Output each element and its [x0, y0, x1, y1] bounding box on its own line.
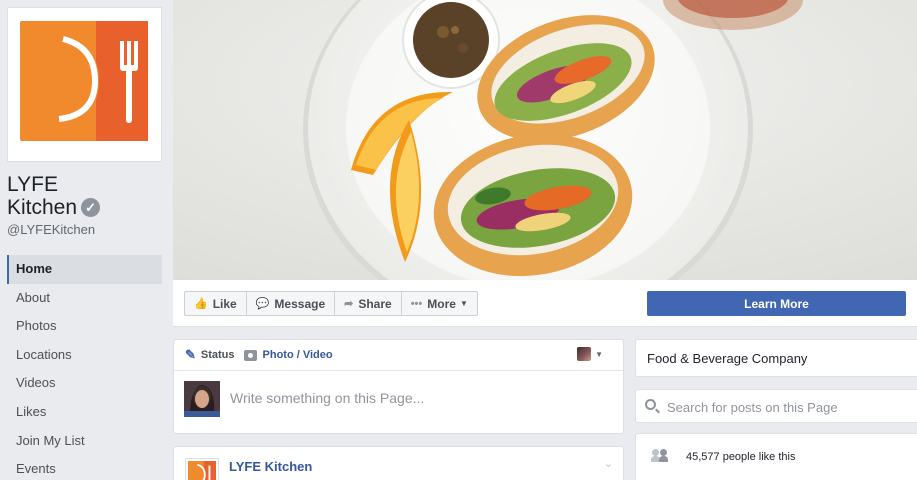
thumbs-up-icon: 👍	[194, 298, 208, 310]
tab-photo-video-label: Photo / Video	[262, 349, 333, 361]
page-actions: 👍 Like 💬 Message ➦ Share ••• More ▼	[184, 291, 478, 316]
page-likes-box: 45,577 people like this	[635, 433, 917, 480]
camera-icon	[243, 349, 257, 361]
search-posts-input[interactable]	[667, 398, 907, 416]
post-as-selector[interactable]: ▼	[577, 347, 603, 361]
more-button-label: More	[427, 296, 456, 311]
likes-count-text[interactable]: 45,577 people like this	[686, 451, 795, 463]
post-author-avatar[interactable]	[185, 458, 219, 480]
more-button[interactable]: ••• More ▼	[400, 291, 478, 316]
nav-item-photos[interactable]: Photos	[7, 312, 162, 341]
ellipsis-icon: •••	[410, 297, 423, 310]
lyfe-kitchen-logo-small	[188, 461, 216, 480]
messenger-icon: 💬	[255, 298, 270, 310]
search-icon	[645, 399, 656, 410]
like-button-label: Like	[212, 296, 237, 311]
post-author-name[interactable]: LYFE Kitchen	[229, 459, 312, 474]
lyfe-kitchen-logo	[11, 11, 158, 158]
nav-item-home[interactable]: Home	[7, 255, 162, 284]
nav-item-locations[interactable]: Locations	[7, 341, 162, 370]
composer-avatar	[184, 381, 220, 417]
write-post-input[interactable]	[230, 387, 590, 409]
message-button-label: Message	[274, 296, 326, 311]
page-title-line1: LYFE	[7, 173, 58, 196]
chevron-down-icon: ▼	[459, 299, 468, 308]
page-category-box: Food & Beverage Company	[635, 339, 917, 377]
tab-photo-video[interactable]: Photo / Video	[243, 349, 333, 361]
chevron-down-icon[interactable]: ⌄	[604, 457, 613, 470]
nav-item-videos[interactable]: Videos	[7, 369, 162, 398]
cover-photo[interactable]	[173, 0, 917, 280]
page-title-line2: Kitchen	[7, 196, 78, 219]
post-composer: ✎ Status Photo / Video ▼	[173, 339, 624, 434]
cover-photo-image	[173, 0, 917, 280]
share-button-label: Share	[358, 296, 392, 311]
user-avatar	[577, 347, 592, 361]
page-title[interactable]: LYFE Kitchen ✓	[7, 173, 167, 219]
people-icon	[651, 449, 669, 463]
page-handle[interactable]: @LYFEKitchen	[7, 222, 95, 237]
page-post-search	[635, 389, 917, 423]
like-button[interactable]: 👍 Like	[184, 291, 247, 316]
page-nav: Home About Photos Locations Videos Likes…	[7, 255, 162, 480]
left-column: LYFE Kitchen ✓ @LYFEKitchen Home About Ph…	[0, 0, 173, 480]
tab-status-label: Status	[200, 349, 235, 361]
profile-picture[interactable]	[7, 7, 162, 162]
tab-status[interactable]: ✎ Status	[185, 347, 235, 363]
nav-item-likes[interactable]: Likes	[7, 398, 162, 427]
composer-tabs: ✎ Status Photo / Video ▼	[174, 340, 623, 371]
share-button[interactable]: ➦ Share	[334, 291, 402, 316]
page-category[interactable]: Food & Beverage Company	[647, 351, 807, 366]
share-arrow-icon: ➦	[344, 298, 354, 310]
page-action-bar: 👍 Like 💬 Message ➦ Share ••• More ▼ Lear…	[173, 280, 917, 327]
post-card: LYFE Kitchen ⌄	[173, 446, 624, 480]
nav-item-join-my-list[interactable]: Join My List	[7, 427, 162, 456]
nav-item-about[interactable]: About	[7, 284, 162, 313]
pencil-icon: ✎	[185, 347, 196, 362]
chevron-down-icon: ▼	[595, 349, 603, 359]
message-button[interactable]: 💬 Message	[245, 291, 336, 316]
nav-item-events[interactable]: Events	[7, 455, 162, 480]
verified-check-icon: ✓	[81, 198, 101, 217]
user-avatar-image	[184, 381, 220, 417]
learn-more-button[interactable]: Learn More	[647, 291, 906, 316]
